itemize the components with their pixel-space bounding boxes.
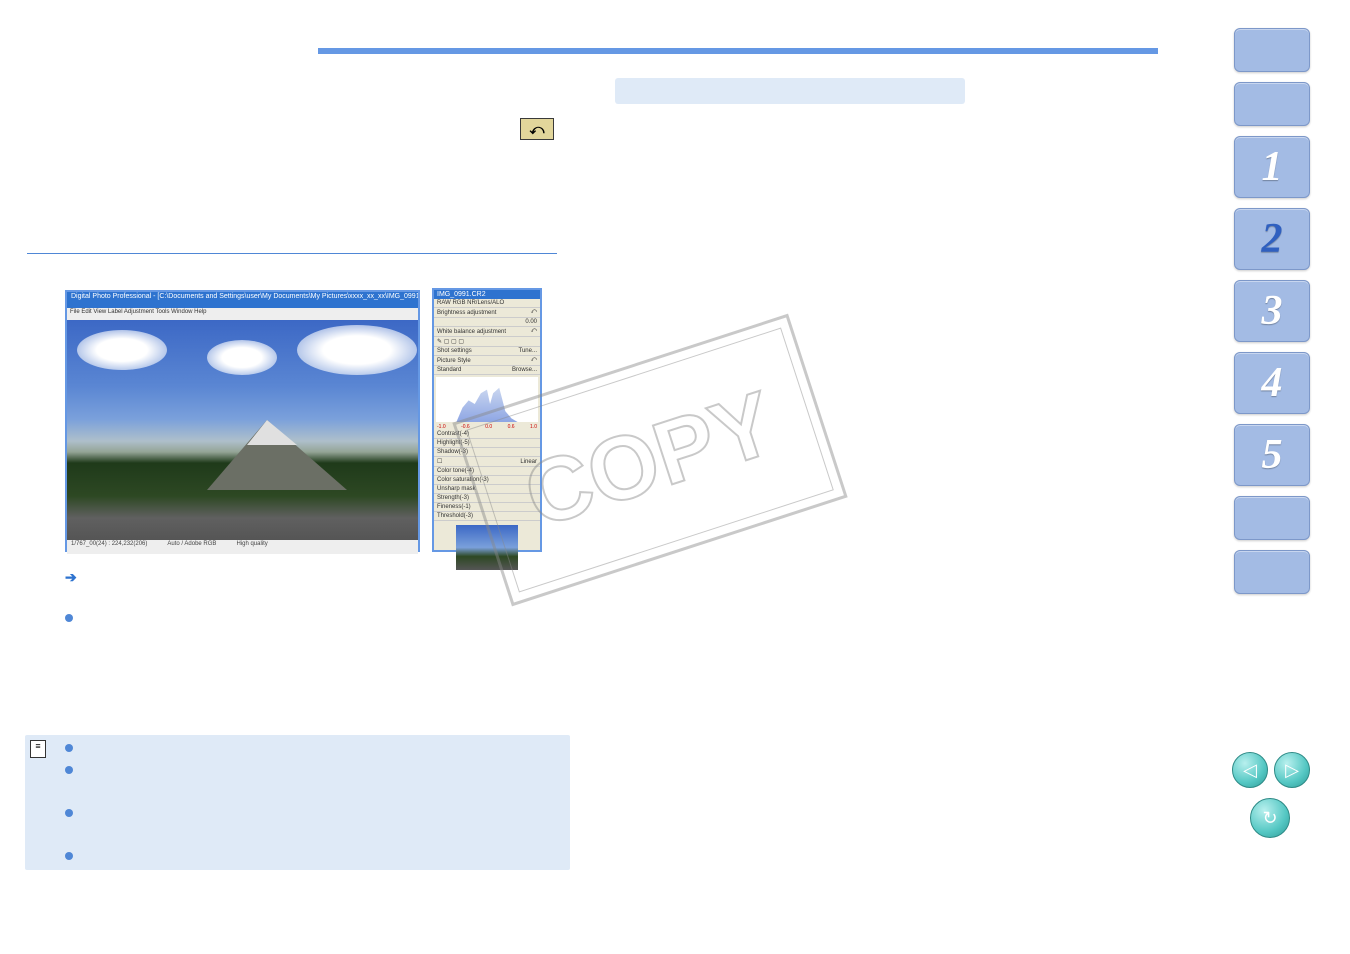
dot-bullet-icon xyxy=(65,614,73,622)
section-divider xyxy=(318,48,1158,54)
note-icon: ≡ xyxy=(30,740,46,758)
palette-row: ✎ ▢ ▢ ▢ xyxy=(434,337,540,347)
palette-row: 0.00 xyxy=(434,318,540,327)
highlight-callout xyxy=(615,78,965,104)
slider-row: Unsharp mask xyxy=(434,485,540,494)
status-left: 1/767_00(24) : 224,232(206) xyxy=(71,541,147,553)
sidebar-item-intro[interactable] xyxy=(1234,28,1310,72)
status-mid: Auto / Adobe RGB xyxy=(167,541,216,553)
window-titlebar: Digital Photo Professional - [C:\Documen… xyxy=(67,292,418,308)
sidebar-item-4[interactable]: 4 xyxy=(1234,352,1310,414)
page-nav: ◁ ▷ xyxy=(1232,752,1310,788)
palette-row: Brightness adjustment⤺ xyxy=(434,308,540,318)
slider-row: Highlight(-5) xyxy=(434,439,540,448)
palette-row: StandardBrowse... xyxy=(434,366,540,375)
sidebar-item-1[interactable]: 1 xyxy=(1234,136,1310,198)
next-page-button[interactable]: ▷ xyxy=(1274,752,1310,788)
palette-thumbnail xyxy=(456,525,518,570)
return-button[interactable]: ↻ xyxy=(1250,798,1290,838)
prev-page-button[interactable]: ◁ xyxy=(1232,752,1268,788)
edit-window-screenshot: Digital Photo Professional - [C:\Documen… xyxy=(65,290,420,552)
photo-preview xyxy=(67,320,418,540)
slider-row: Threshold(-3) xyxy=(434,512,540,521)
status-right: High quality xyxy=(236,541,267,553)
subsection-divider xyxy=(27,253,557,254)
palette-row: Shot settingsTune... xyxy=(434,347,540,356)
sidebar-item-5[interactable]: 5 xyxy=(1234,424,1310,486)
sidebar-item-3[interactable]: 3 xyxy=(1234,280,1310,342)
revert-icon: ⤺ xyxy=(520,118,554,140)
sidebar-item-2[interactable]: 2 xyxy=(1234,208,1310,270)
slider-row: Contrast(-4) xyxy=(434,430,540,439)
palette-row: Picture Style⤺ xyxy=(434,356,540,366)
slider-row: Color tone(-4) xyxy=(434,467,540,476)
dot-bullet-icon xyxy=(65,852,73,860)
arrow-bullet-icon: ➔ xyxy=(65,569,77,586)
slider-row: Fineness(-1) xyxy=(434,503,540,512)
window-menubar: File Edit View Label Adjustment Tools Wi… xyxy=(67,308,418,320)
palette-row: White balance adjustment⤺ xyxy=(434,327,540,337)
sidebar-item-reference[interactable] xyxy=(1234,496,1310,540)
window-statusbar: 1/767_00(24) : 224,232(206) Auto / Adobe… xyxy=(67,540,418,554)
tool-palette-screenshot: IMG_0991.CR2 RAW RGB NR/Lens/ALO Brightn… xyxy=(432,288,542,552)
palette-tabs: RAW RGB NR/Lens/ALO xyxy=(434,299,540,308)
sidebar-item-index[interactable] xyxy=(1234,550,1310,594)
dot-bullet-icon xyxy=(65,744,73,752)
histogram xyxy=(436,377,538,422)
slider-row: Strength(-3) xyxy=(434,494,540,503)
info-box xyxy=(25,735,570,870)
dot-bullet-icon xyxy=(65,809,73,817)
slider-row: ☐Linear xyxy=(434,457,540,467)
dot-bullet-icon xyxy=(65,766,73,774)
palette-title: IMG_0991.CR2 xyxy=(434,290,540,299)
sidebar-item-contents[interactable] xyxy=(1234,82,1310,126)
svg-text:COPY: COPY xyxy=(513,373,786,547)
slider-row: Shadow(-3) xyxy=(434,448,540,457)
slider-row: Color saturation(-3) xyxy=(434,476,540,485)
chapter-sidebar: 1 2 3 4 5 xyxy=(1234,28,1308,594)
